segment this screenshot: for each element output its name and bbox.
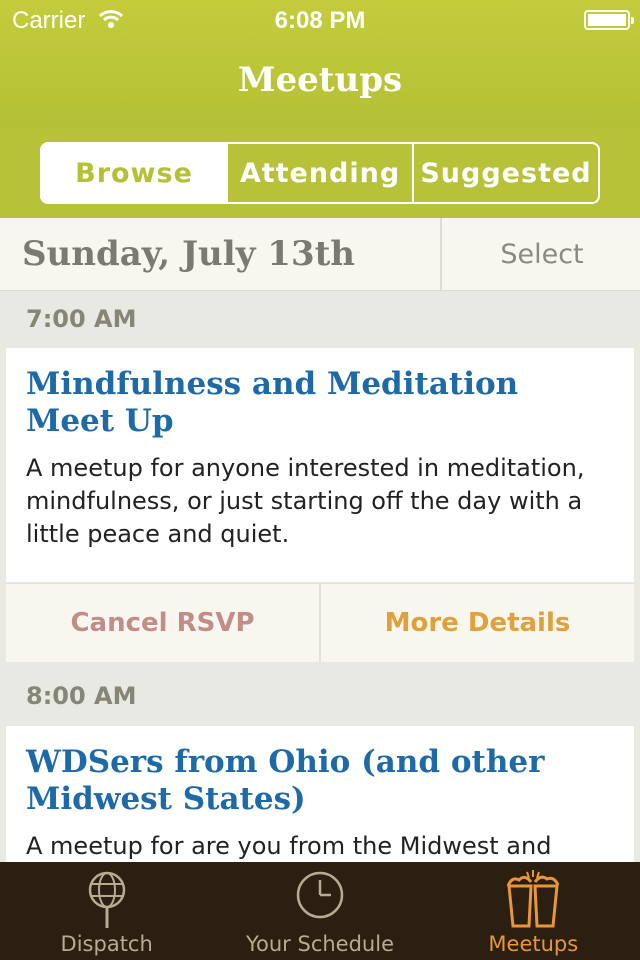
- meetup-actions: Cancel RSVP More Details: [6, 583, 634, 662]
- meetup-title[interactable]: WDSers from Ohio (and other Midwest Stat…: [26, 744, 614, 818]
- segment-attending[interactable]: Attending: [226, 144, 412, 202]
- segment-browse[interactable]: Browse: [42, 144, 226, 202]
- meetup-description: A meetup for are you from the Midwest an…: [26, 832, 552, 860]
- time-header: 7:00 AM: [26, 305, 137, 333]
- segment-bar: Browse Attending Suggested: [0, 128, 640, 218]
- page-title: Meetups: [237, 60, 403, 100]
- tab-label: Your Schedule: [245, 932, 394, 956]
- tab-meetups[interactable]: Meetups: [427, 862, 640, 960]
- select-button[interactable]: Select: [440, 218, 640, 290]
- cancel-rsvp-button[interactable]: Cancel RSVP: [6, 584, 321, 662]
- tab-your-schedule[interactable]: Your Schedule: [213, 862, 426, 960]
- more-details-button[interactable]: More Details: [321, 584, 634, 662]
- tab-bar: Dispatch Your Schedule Meetups: [0, 862, 640, 960]
- meetup-card[interactable]: Mindfulness and Meditation Meet Up A mee…: [6, 348, 634, 582]
- navigation-bar: Carrier 6:08 PM Meetups: [0, 0, 640, 128]
- tab-label: Dispatch: [60, 932, 153, 956]
- segmented-control: Browse Attending Suggested: [40, 142, 600, 204]
- status-bar: Carrier 6:08 PM: [0, 0, 640, 40]
- battery-icon: [584, 10, 634, 30]
- segment-suggested[interactable]: Suggested: [412, 144, 598, 202]
- meetup-card[interactable]: WDSers from Ohio (and other Midwest Stat…: [6, 726, 634, 866]
- date-label: Sunday, July 13th: [22, 234, 356, 274]
- status-time: 6:08 PM: [274, 7, 366, 34]
- meetup-title[interactable]: Mindfulness and Meditation Meet Up: [26, 366, 614, 440]
- date-header: Sunday, July 13th Select: [0, 218, 640, 291]
- meetup-description: A meetup for anyone interested in medita…: [26, 454, 585, 548]
- tab-label: Meetups: [488, 932, 579, 956]
- time-header: 8:00 AM: [26, 682, 137, 710]
- tab-dispatch[interactable]: Dispatch: [0, 862, 213, 960]
